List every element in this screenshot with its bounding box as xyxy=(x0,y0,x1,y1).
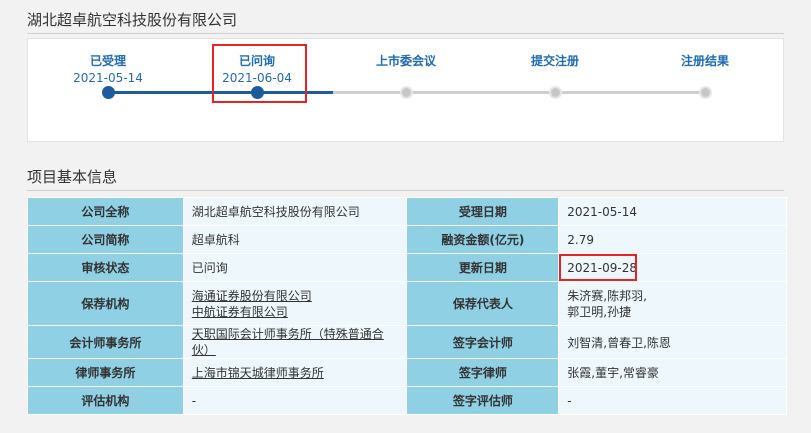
step-submit-registration: 提交注册 xyxy=(490,53,620,70)
section-title: 项目基本信息 xyxy=(27,168,118,186)
step-dot-done xyxy=(101,86,115,99)
row-key: 会计师事务所 xyxy=(27,325,184,359)
step-date: 2021-05-14 xyxy=(73,71,143,85)
row-key: 审核状态 xyxy=(27,253,184,282)
row-key: 签字律师 xyxy=(406,358,560,387)
row-key: 签字会计师 xyxy=(406,325,560,359)
step-dot-pending xyxy=(548,86,562,99)
table-row: 审核状态 已问询 更新日期 2021-09-28 xyxy=(27,253,787,282)
row-key: 受理日期 xyxy=(406,197,560,226)
title-divider xyxy=(27,33,784,34)
row-value: - xyxy=(182,386,408,415)
row-key: 公司全称 xyxy=(27,197,184,226)
row-value: 湖北超卓航空科技股份有限公司 xyxy=(182,197,408,226)
row-value: 朱济赛,陈邦羽, 郭卫明,孙捷 xyxy=(558,281,787,326)
row-value: 海通证券股份有限公司 中航证券有限公司 xyxy=(182,281,408,326)
sponsor-link[interactable]: 海通证券股份有限公司 xyxy=(192,288,399,304)
highlight-box-inquiry-date xyxy=(212,44,307,103)
row-value: 2021-05-14 xyxy=(558,197,787,226)
row-value: 天职国际会计师事务所（特殊普通合伙） xyxy=(182,325,408,359)
row-key: 公司简称 xyxy=(27,225,184,254)
row-value: 张霞,董宇,常睿豪 xyxy=(558,358,787,387)
step-label: 上市委会议 xyxy=(375,54,436,68)
step-registration-result: 注册结果 xyxy=(640,53,770,70)
step-dot-pending xyxy=(698,86,712,99)
row-key: 保荐机构 xyxy=(27,281,184,326)
step-label: 已受理 xyxy=(89,54,126,68)
row-value: 2.79 xyxy=(558,225,787,254)
row-value: 超卓航科 xyxy=(182,225,408,254)
review-progress: 已受理 2021-05-14 已问询 2021-06-04 上市委会议 提交注册… xyxy=(27,38,784,142)
table-row: 公司简称 超卓航科 融资金额(亿元) 2.79 xyxy=(27,225,787,254)
table-row: 保荐机构 海通证券股份有限公司 中航证券有限公司 保荐代表人 朱济赛,陈邦羽, … xyxy=(27,281,787,326)
table-row: 评估机构 - 签字评估师 - xyxy=(27,386,787,415)
step-label: 提交注册 xyxy=(530,54,579,68)
row-value: 已问询 xyxy=(182,253,408,282)
law-firm-link[interactable]: 上海市锦天城律师事务所 xyxy=(192,365,399,381)
sponsor-link[interactable]: 中航证券有限公司 xyxy=(192,304,399,320)
row-value: - xyxy=(558,386,787,415)
section-divider xyxy=(27,190,784,191)
row-key: 评估机构 xyxy=(27,386,184,415)
sponsor-reps-line: 朱济赛,陈邦羽, xyxy=(567,288,647,303)
row-key: 律师事务所 xyxy=(27,358,184,387)
step-listing-committee: 上市委会议 xyxy=(341,53,471,70)
table-row: 律师事务所 上海市锦天城律师事务所 签字律师 张霞,董宇,常睿豪 xyxy=(27,358,787,387)
step-accepted: 已受理 2021-05-14 xyxy=(43,53,173,87)
project-info-table: 公司全称 湖北超卓航空科技股份有限公司 受理日期 2021-05-14 公司简称… xyxy=(27,197,787,415)
table-row: 会计师事务所 天职国际会计师事务所（特殊普通合伙） 签字会计师 刘智清,曾春卫,… xyxy=(27,325,787,359)
row-key: 更新日期 xyxy=(406,253,560,282)
row-key: 保荐代表人 xyxy=(406,281,560,326)
row-value: 上海市锦天城律师事务所 xyxy=(182,358,408,387)
company-title: 湖北超卓航空科技股份有限公司 xyxy=(27,11,238,29)
row-key: 融资金额(亿元) xyxy=(406,225,560,254)
table-row: 公司全称 湖北超卓航空科技股份有限公司 受理日期 2021-05-14 xyxy=(27,197,787,226)
step-label: 注册结果 xyxy=(680,54,729,68)
highlight-box-update-date xyxy=(559,254,637,281)
row-key: 签字评估师 xyxy=(406,386,560,415)
row-value: 刘智清,曾春卫,陈恩 xyxy=(558,325,787,359)
accounting-firm-link[interactable]: 天职国际会计师事务所（特殊普通合伙） xyxy=(192,326,399,358)
step-dot-pending xyxy=(399,86,413,99)
sponsor-reps-line: 郭卫明,孙捷 xyxy=(567,304,632,319)
